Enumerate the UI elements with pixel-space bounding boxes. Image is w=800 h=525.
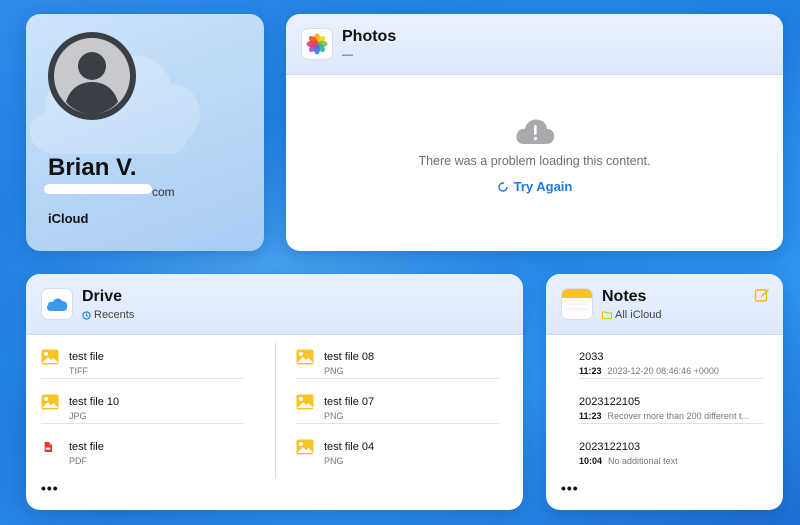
file-row[interactable]: test file 10 JPG: [41, 380, 244, 424]
pdf-file-icon: [44, 442, 52, 452]
photos-content: There was a problem loading this content…: [286, 75, 783, 251]
photos-app-icon: [301, 28, 333, 60]
notes-title: Notes: [602, 288, 647, 305]
file-row[interactable]: test file 08 PNG: [296, 335, 499, 379]
note-item[interactable]: 2033 11:23 2023-12-20 08:46:46 +0000: [579, 335, 764, 379]
refresh-icon: [497, 181, 508, 192]
notes-more-button[interactable]: •••: [561, 480, 579, 496]
file-row[interactable]: test file 07 PNG: [296, 380, 499, 424]
image-file-icon: [296, 394, 314, 410]
compose-icon[interactable]: [754, 287, 770, 303]
file-row[interactable]: test file TIFF: [41, 335, 244, 379]
error-message: There was a problem loading this content…: [418, 154, 651, 168]
cloud-warning-icon: [516, 119, 555, 144]
drive-title: Drive: [82, 288, 123, 305]
drive-header[interactable]: Drive Recents: [26, 274, 523, 335]
folder-icon: [602, 311, 612, 319]
drive-file-list: test file TIFF test file 10 JPG test fil…: [26, 335, 523, 510]
notes-subtitle: All iCloud: [602, 309, 661, 321]
note-item[interactable]: 2023122103 10:04 No additional text: [579, 425, 764, 469]
clock-icon: [82, 310, 91, 320]
notes-widget[interactable]: Notes All iCloud 2033 11:23 2023-12-20 08…: [546, 274, 783, 510]
drive-more-button[interactable]: •••: [41, 480, 59, 496]
image-file-icon: [41, 394, 59, 410]
photos-header[interactable]: Photos —: [286, 14, 783, 75]
image-file-icon: [41, 349, 59, 365]
avatar: [48, 32, 136, 120]
profile-name: Brian V.: [48, 154, 137, 181]
drive-subtitle: Recents: [82, 309, 134, 321]
notes-app-icon: [561, 288, 593, 320]
profile-card[interactable]: Brian V. com iCloud: [26, 14, 264, 251]
notes-list: 2033 11:23 2023-12-20 08:46:46 +0000 2023…: [546, 335, 783, 510]
image-file-icon: [296, 439, 314, 455]
photos-widget[interactable]: Photos — There was a problem loading thi…: [286, 14, 783, 251]
file-row[interactable]: test file PDF: [41, 425, 244, 469]
try-again-button[interactable]: Try Again: [286, 179, 783, 194]
drive-widget[interactable]: Drive Recents test file TIFF test file 1…: [26, 274, 523, 510]
column-divider: [275, 343, 276, 478]
drive-app-icon: [41, 288, 73, 320]
email-redaction: [44, 184, 152, 194]
photos-title: Photos: [342, 28, 397, 45]
image-file-icon: [296, 349, 314, 365]
photos-subtitle: —: [342, 49, 353, 61]
profile-service-label: iCloud: [48, 211, 89, 226]
file-row[interactable]: test file 04 PNG: [296, 425, 499, 469]
notes-header[interactable]: Notes All iCloud: [546, 274, 783, 335]
note-item[interactable]: 2023122105 11:23 Recover more than 200 di…: [579, 380, 764, 424]
